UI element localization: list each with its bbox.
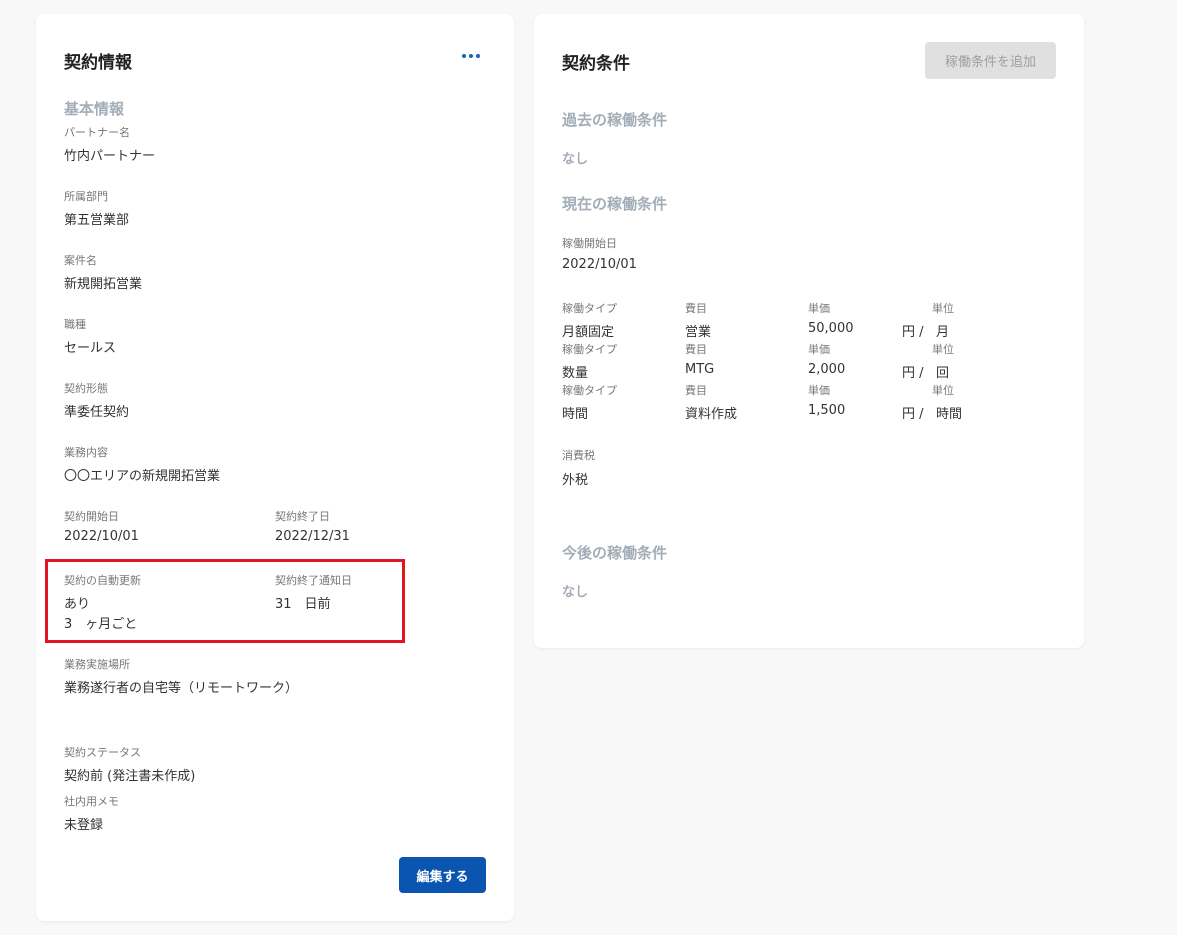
contract-terms-card: 契約条件 稼働条件を追加 過去の稼働条件 なし 現在の稼働条件 稼働開始日 20… <box>534 14 1084 648</box>
item-value: 資料作成 <box>685 407 738 422</box>
contract-form-value: 準委任契約 <box>64 405 130 420</box>
tax-value: 外税 <box>562 473 589 488</box>
contract-info-title: 契約情報 <box>64 53 132 73</box>
start-date-value: 2022/10/01 <box>64 529 139 544</box>
price-header: 単価 <box>808 384 830 397</box>
unit-value: 時間 <box>936 407 963 422</box>
end-notice-label: 契約終了通知日 <box>275 574 352 587</box>
yen-per: 円 / <box>902 325 924 340</box>
business-content-value: 〇〇エリアの新規開拓営業 <box>64 469 221 484</box>
job-type-value: セールス <box>64 341 117 356</box>
item-value: MTG <box>685 362 715 377</box>
partner-name-value: 竹内パートナー <box>64 149 156 164</box>
current-conditions-title: 現在の稼働条件 <box>562 195 668 213</box>
project-name-label: 案件名 <box>64 254 97 267</box>
tax-label: 消費税 <box>562 449 595 462</box>
project-name-value: 新規開拓営業 <box>64 277 143 292</box>
department-value: 第五営業部 <box>64 213 130 228</box>
auto-renewal-interval: 3 ヶ月ごと <box>64 617 138 632</box>
end-date-label: 契約終了日 <box>275 510 330 523</box>
item-value: 営業 <box>685 325 712 340</box>
past-conditions-title: 過去の稼働条件 <box>562 111 668 129</box>
item-header: 費目 <box>685 302 707 315</box>
contract-terms-title: 契約条件 <box>562 54 630 74</box>
price-value: 2,000 <box>808 362 846 377</box>
item-header: 費目 <box>685 384 707 397</box>
auto-renewal-label: 契約の自動更新 <box>64 574 141 587</box>
start-date-label: 契約開始日 <box>64 510 119 523</box>
price-value: 1,500 <box>808 403 846 418</box>
memo-label: 社内用メモ <box>64 795 119 808</box>
end-notice-value: 31 日前 <box>275 597 331 612</box>
work-start-value: 2022/10/01 <box>562 257 637 272</box>
type-value: 月額固定 <box>562 325 615 340</box>
business-content-label: 業務内容 <box>64 446 108 459</box>
work-start-label: 稼働開始日 <box>562 237 617 250</box>
contract-form-label: 契約形態 <box>64 382 108 395</box>
add-work-condition-button[interactable]: 稼働条件を追加 <box>925 42 1056 79</box>
type-value: 時間 <box>562 407 589 422</box>
contract-info-card: 契約情報 基本情報 パートナー名 竹内パートナー 所属部門 第五営業部 案件名 … <box>36 14 514 921</box>
item-header: 費目 <box>685 343 707 356</box>
type-header: 稼働タイプ <box>562 302 617 315</box>
future-conditions-title: 今後の稼働条件 <box>562 544 668 562</box>
department-label: 所属部門 <box>64 190 108 203</box>
work-location-value: 業務遂行者の自宅等（リモートワーク） <box>64 681 299 696</box>
unit-value: 回 <box>936 366 950 381</box>
price-header: 単価 <box>808 343 830 356</box>
end-date-value: 2022/12/31 <box>275 529 350 544</box>
unit-header: 単位 <box>932 343 954 356</box>
future-conditions-value: なし <box>562 585 589 600</box>
status-label: 契約ステータス <box>64 746 141 759</box>
edit-button[interactable]: 編集する <box>399 857 486 893</box>
work-location-label: 業務実施場所 <box>64 658 130 671</box>
price-value: 50,000 <box>808 321 854 336</box>
memo-value: 未登録 <box>64 818 104 833</box>
more-options-icon[interactable] <box>462 54 480 58</box>
yen-per: 円 / <box>902 366 924 381</box>
partner-name-label: パートナー名 <box>64 126 130 139</box>
auto-renewal-value: あり <box>64 597 91 612</box>
unit-header: 単位 <box>932 384 954 397</box>
type-value: 数量 <box>562 366 589 381</box>
job-type-label: 職種 <box>64 318 86 331</box>
unit-header: 単位 <box>932 302 954 315</box>
basic-info-title: 基本情報 <box>64 100 125 118</box>
type-header: 稼働タイプ <box>562 343 617 356</box>
price-header: 単価 <box>808 302 830 315</box>
status-value: 契約前 (発注書未作成) <box>64 769 196 784</box>
unit-value: 月 <box>936 325 950 340</box>
past-conditions-value: なし <box>562 152 589 167</box>
type-header: 稼働タイプ <box>562 384 617 397</box>
yen-per: 円 / <box>902 407 924 422</box>
